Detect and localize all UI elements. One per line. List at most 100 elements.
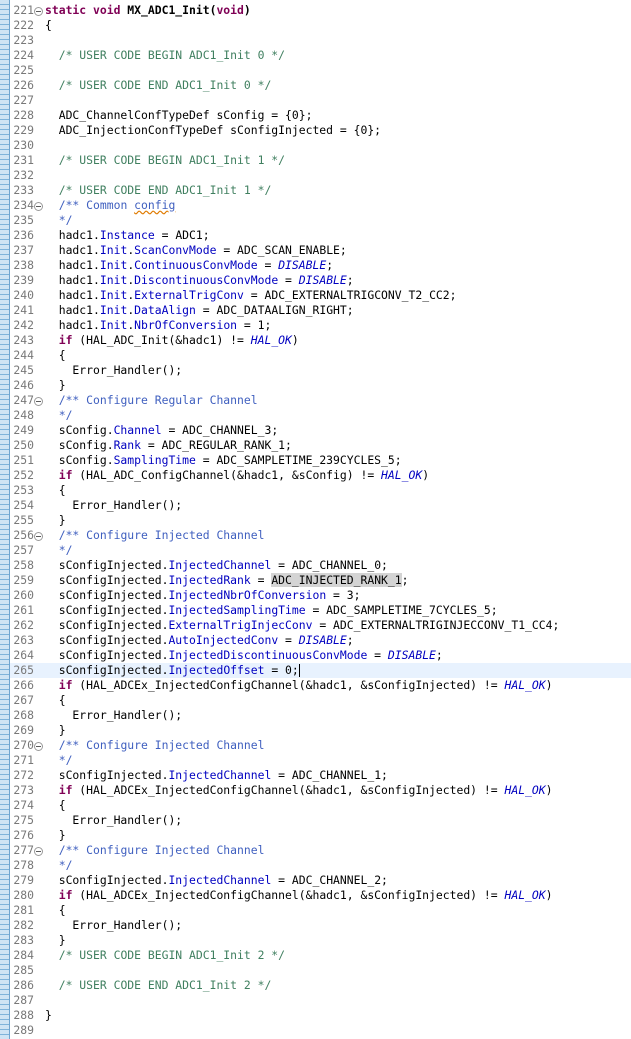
code-line[interactable]: 228 ADC_ChannelConfTypeDef sConfig = {0}…	[10, 108, 631, 123]
line-number: 253	[13, 483, 34, 497]
fold-toggle-icon[interactable]	[34, 742, 43, 751]
code-line[interactable]: 280 if (HAL_ADCEx_InjectedConfigChannel(…	[10, 888, 631, 903]
code-line[interactable]: 257 */	[10, 543, 631, 558]
code-line[interactable]: 282 Error_Handler();	[10, 918, 631, 933]
code-line[interactable]: 234 /** Common config	[10, 198, 631, 213]
code-line[interactable]: 252 if (HAL_ADC_ConfigChannel(&hadc1, &s…	[10, 468, 631, 483]
code-line[interactable]: 263 sConfigInjected.AutoInjectedConv = D…	[10, 633, 631, 648]
code-line[interactable]: 221 static void MX_ADC1_Init(void)	[10, 3, 631, 18]
code-line[interactable]: 259 sConfigInjected.InjectedRank = ADC_I…	[10, 573, 631, 588]
code-token: sConfigInjected.	[45, 633, 169, 647]
code-line[interactable]: 261 sConfigInjected.InjectedSamplingTime…	[10, 603, 631, 618]
code-token: InjectedChannel	[168, 558, 272, 572]
code-line[interactable]: 229 ADC_InjectionConfTypeDef sConfigInje…	[10, 123, 631, 138]
code-line[interactable]: 249 sConfig.Channel = ADC_CHANNEL_3;	[10, 423, 631, 438]
code-line[interactable]: 246 }	[10, 378, 631, 393]
fold-toggle-icon[interactable]	[34, 7, 43, 16]
line-number: 245	[13, 363, 34, 377]
fold-toggle-icon[interactable]	[34, 532, 43, 541]
code-line[interactable]: 287	[10, 993, 631, 1008]
code-line[interactable]: 283 }	[10, 933, 631, 948]
code-line[interactable]: 237 hadc1.Init.ScanConvMode = ADC_SCAN_E…	[10, 243, 631, 258]
code-line[interactable]: 230	[10, 138, 631, 153]
code-line[interactable]: 278 */	[10, 858, 631, 873]
code-line[interactable]: 254 Error_Handler();	[10, 498, 631, 513]
code-line[interactable]: 245 Error_Handler();	[10, 363, 631, 378]
code-line[interactable]: 239 hadc1.Init.DiscontinuousConvMode = D…	[10, 273, 631, 288]
code-token: /* USER CODE BEGIN ADC1_Init 0 */	[58, 48, 286, 62]
code-line[interactable]: 289	[10, 1023, 631, 1038]
fold-toggle-icon[interactable]	[34, 847, 43, 856]
code-token: DISABLE	[278, 258, 327, 272]
code-line[interactable]: 231 /* USER CODE BEGIN ADC1_Init 1 */	[10, 153, 631, 168]
code-line[interactable]: 277 /** Configure Injected Channel	[10, 843, 631, 858]
code-line[interactable]: 288}	[10, 1008, 631, 1023]
code-line[interactable]: 232	[10, 168, 631, 183]
code-line[interactable]: 275 Error_Handler();	[10, 813, 631, 828]
code-line[interactable]: 241 hadc1.Init.DataAlign = ADC_DATAALIGN…	[10, 303, 631, 318]
code-token: ;	[326, 258, 334, 272]
code-line[interactable]: 284 /* USER CODE BEGIN ADC1_Init 2 */	[10, 948, 631, 963]
code-token: = ADC_SCAN_ENABLE;	[216, 243, 347, 257]
code-line[interactable]: 223	[10, 33, 631, 48]
code-text: if (HAL_ADCEx_InjectedConfigChannel(&had…	[45, 888, 553, 903]
code-line[interactable]: 255 }	[10, 513, 631, 528]
code-line[interactable]: 250 sConfig.Rank = ADC_REGULAR_RANK_1;	[10, 438, 631, 453]
code-token: = 3;	[326, 588, 361, 602]
code-lines[interactable]: 221 static void MX_ADC1_Init(void) 222 {223…	[10, 3, 631, 1038]
code-token: ;	[346, 273, 354, 287]
code-line[interactable]: 276 }	[10, 828, 631, 843]
code-line[interactable]: 236 hadc1.Instance = ADC1;	[10, 228, 631, 243]
code-token: Rank	[113, 438, 142, 452]
code-line[interactable]: 281 {	[10, 903, 631, 918]
code-line[interactable]: 225	[10, 63, 631, 78]
code-line[interactable]: 279 sConfigInjected.InjectedChannel = AD…	[10, 873, 631, 888]
code-text: */	[45, 753, 73, 768]
code-line[interactable]: 224 /* USER CODE BEGIN ADC1_Init 0 */	[10, 48, 631, 63]
code-line[interactable]: 268 Error_Handler();	[10, 708, 631, 723]
code-line[interactable]: 238 hadc1.Init.ContinuousConvMode = DISA…	[10, 258, 631, 273]
fold-toggle-icon[interactable]	[34, 202, 43, 211]
code-line[interactable]: 243 if (HAL_ADC_Init(&hadc1) != HAL_OK)	[10, 333, 631, 348]
code-line[interactable]: 265 sConfigInjected.InjectedOffset = 0;	[10, 663, 631, 678]
code-line[interactable]: 222 {	[10, 18, 631, 33]
code-text: {	[45, 18, 52, 33]
code-line[interactable]: 272 sConfigInjected.InjectedChannel = AD…	[10, 768, 631, 783]
code-line[interactable]: 258 sConfigInjected.InjectedChannel = AD…	[10, 558, 631, 573]
line-number: 275	[13, 813, 34, 827]
code-line[interactable]: 264 sConfigInjected.InjectedDiscontinuou…	[10, 648, 631, 663]
code-line[interactable]: 266 if (HAL_ADCEx_InjectedConfigChannel(…	[10, 678, 631, 693]
code-line[interactable]: 235 */	[10, 213, 631, 228]
code-line[interactable]: 227	[10, 93, 631, 108]
code-token: */	[58, 858, 73, 872]
code-text: sConfigInjected.ExternalTrigInjecConv = …	[45, 618, 560, 633]
code-line[interactable]: 271 */	[10, 753, 631, 768]
code-line[interactable]: 269 }	[10, 723, 631, 738]
code-line[interactable]: 267 {	[10, 693, 631, 708]
code-line[interactable]: 233 /* USER CODE END ADC1_Init 1 */	[10, 183, 631, 198]
code-line[interactable]: 251 sConfig.SamplingTime = ADC_SAMPLETIM…	[10, 453, 631, 468]
line-number: 236	[13, 228, 34, 242]
code-line[interactable]: 273 if (HAL_ADCEx_InjectedConfigChannel(…	[10, 783, 631, 798]
code-line[interactable]: 247 /** Configure Regular Channel	[10, 393, 631, 408]
code-line[interactable]: 248 */	[10, 408, 631, 423]
code-line[interactable]: 270 /** Configure Injected Channel	[10, 738, 631, 753]
code-line[interactable]: 260 sConfigInjected.InjectedNbrOfConvers…	[10, 588, 631, 603]
code-line[interactable]: 286 /* USER CODE END ADC1_Init 2 */	[10, 978, 631, 993]
code-token: = 0;	[264, 663, 299, 677]
code-token: sConfig.	[45, 423, 114, 437]
code-editor[interactable]: 221 static void MX_ADC1_Init(void) 222 {223…	[0, 0, 631, 1039]
code-line[interactable]: 285	[10, 963, 631, 978]
code-line[interactable]: 242 hadc1.Init.NbrOfConversion = 1;	[10, 318, 631, 333]
code-line[interactable]: 226 /* USER CODE END ADC1_Init 0 */	[10, 78, 631, 93]
fold-toggle-icon[interactable]	[34, 397, 43, 406]
code-line[interactable]: 256 /** Configure Injected Channel	[10, 528, 631, 543]
code-line[interactable]: 262 sConfigInjected.ExternalTrigInjecCon…	[10, 618, 631, 633]
code-line[interactable]: 253 {	[10, 483, 631, 498]
code-line[interactable]: 274 {	[10, 798, 631, 813]
code-token: /** Configure Injected Channel	[58, 528, 265, 542]
code-line[interactable]: 244 {	[10, 348, 631, 363]
code-line[interactable]: 240 hadc1.Init.ExternalTrigConv = ADC_EX…	[10, 288, 631, 303]
code-token: */	[58, 753, 73, 767]
